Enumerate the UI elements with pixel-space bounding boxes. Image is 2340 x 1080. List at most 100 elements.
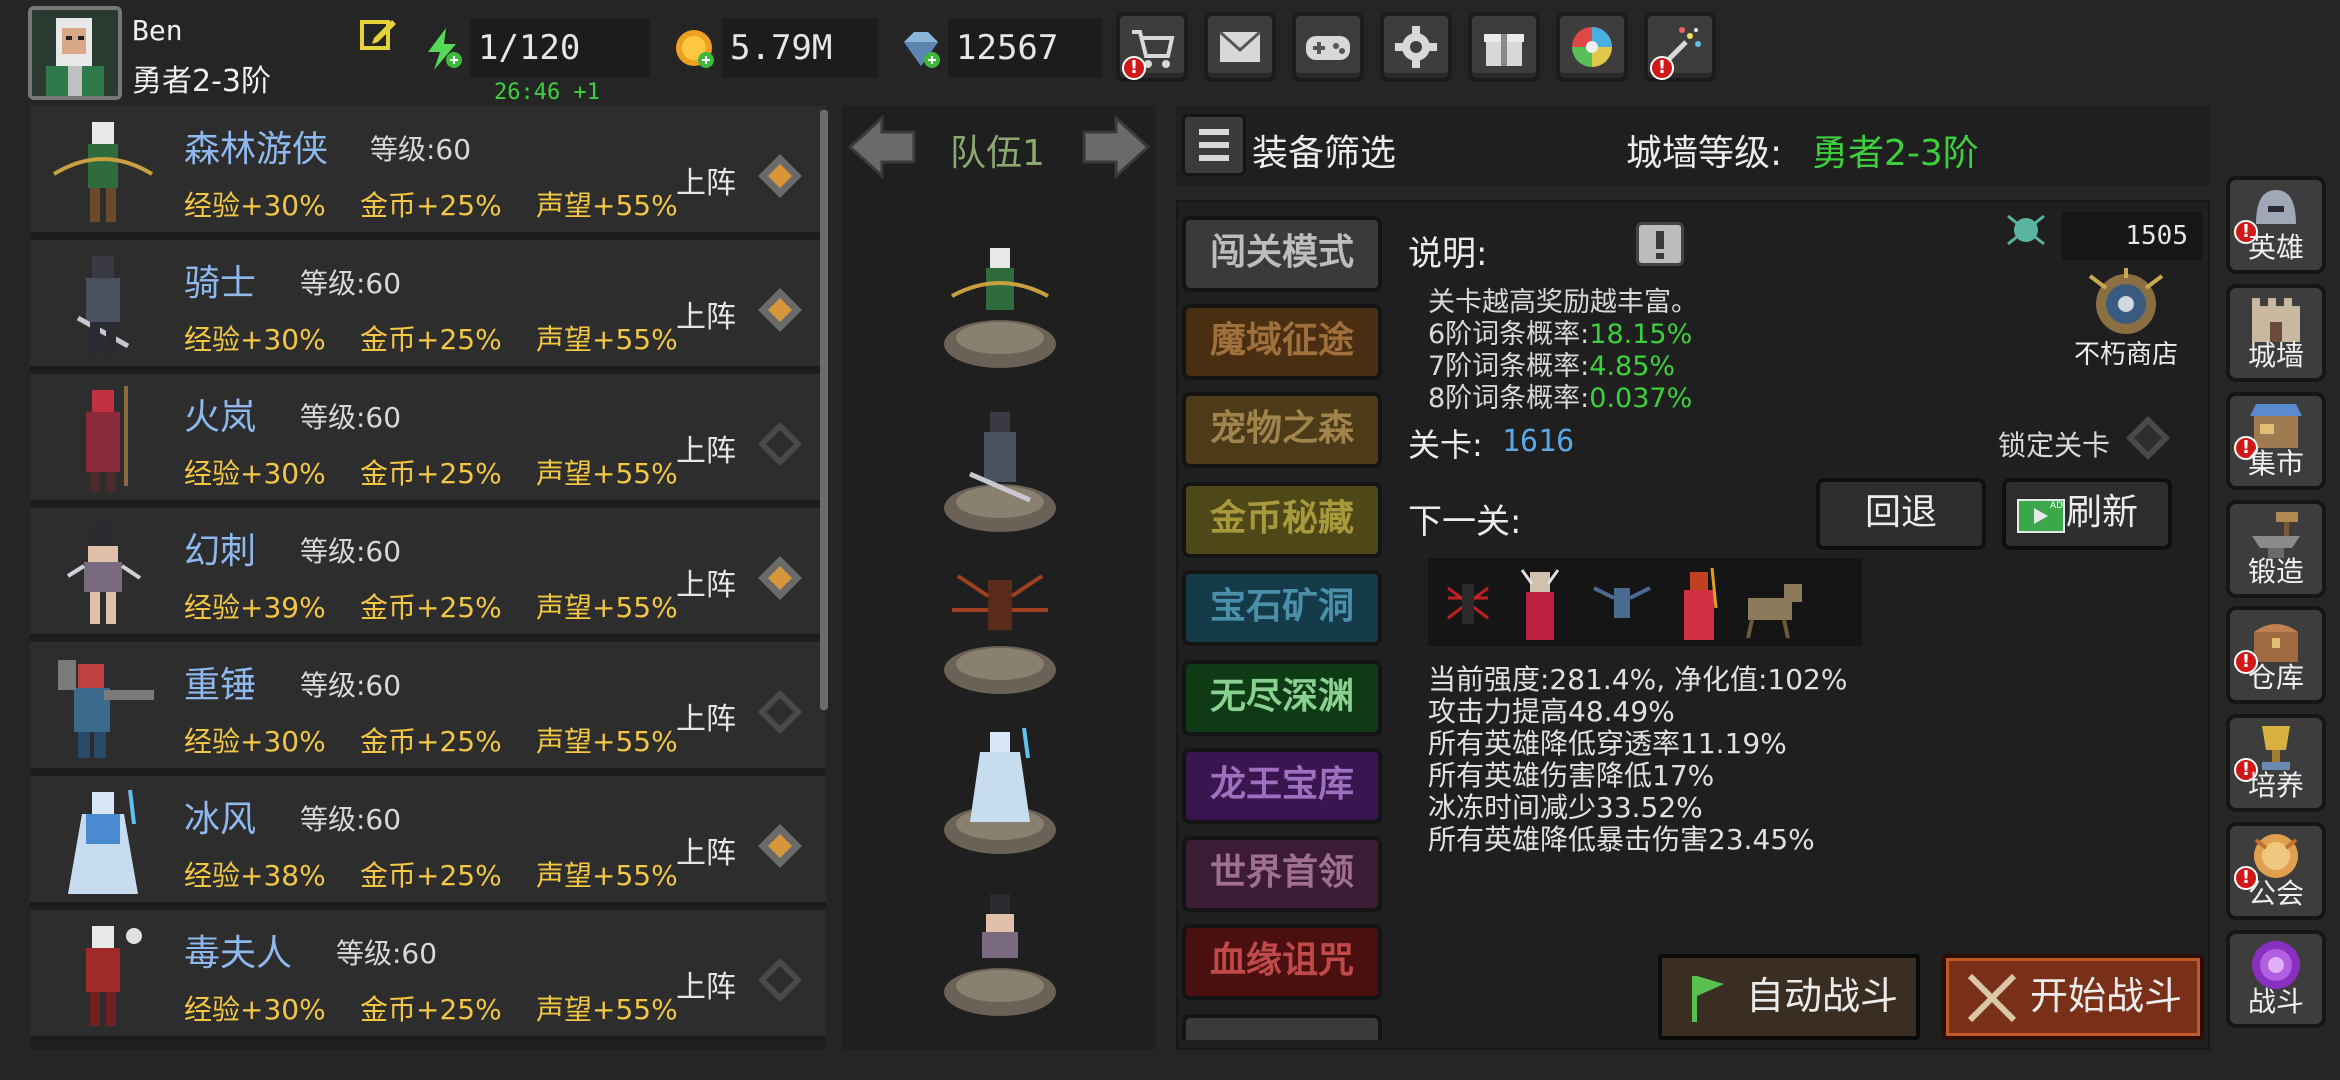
hero-list[interactable]: 森林游侠 等级:60 经验+30% 金币+25% 声望+55% 上阵 骑士 等级… xyxy=(30,106,826,1050)
deploy-toggle-off-icon[interactable] xyxy=(756,956,804,1004)
hero-row-heavy-hammer[interactable]: 重锤 等级:60 经验+30% 金币+25% 声望+55% 上阵 xyxy=(30,642,826,772)
wall-level-value: 勇者2-3阶 xyxy=(1812,133,1979,174)
hero-name: 冰风 xyxy=(184,799,257,840)
sidebar-button-guild[interactable]: ! 公会 xyxy=(2226,822,2326,920)
immortal-shop-icon[interactable] xyxy=(2078,268,2174,338)
mode-button-world-boss[interactable]: 世界首领 xyxy=(1182,836,1382,912)
team-slot-forest-ranger-icon xyxy=(944,248,1056,368)
team-slot-phantom-assassin-icon xyxy=(944,894,1056,1016)
deploy-toggle-on-icon[interactable] xyxy=(756,286,804,334)
hero-fame-bonus: 声望+55% xyxy=(536,189,678,222)
mode-button-pet-forest[interactable]: 宠物之森 xyxy=(1182,392,1382,468)
firework-alert-badge: ! xyxy=(1650,56,1674,80)
deploy-toggle-off-icon[interactable] xyxy=(756,420,804,468)
enemy-lineup-icon xyxy=(1447,567,1802,640)
hero-name: 重锤 xyxy=(184,665,257,706)
mode-button-endless-abyss[interactable]: 无尽深渊 xyxy=(1182,660,1382,736)
team-slot-3[interactable] xyxy=(938,566,1062,696)
gem-value: 12567 xyxy=(948,18,1102,78)
hero-row-forest-ranger[interactable]: 森林游侠 等级:60 经验+30% 金币+25% 声望+55% 上阵 xyxy=(30,106,826,236)
hero-exp-bonus: 经验+30% xyxy=(184,993,326,1026)
start-battle-button[interactable]: 开始战斗 xyxy=(1942,954,2204,1040)
sidebar-button-market[interactable]: ! 集市 xyxy=(2226,392,2326,490)
player-avatar[interactable] xyxy=(28,6,122,100)
mode-button-dragon-treasury[interactable]: 龙王宝库 xyxy=(1182,748,1382,824)
sidebar-button-heroes[interactable]: ! 英雄 xyxy=(2226,176,2326,274)
mode-button-gold-vault[interactable]: 金币秘藏 xyxy=(1182,482,1382,558)
retreat-button[interactable]: 回退 xyxy=(1816,478,1986,550)
gift-button[interactable] xyxy=(1468,12,1540,82)
sidebar-button-cultivate[interactable]: ! 培养 xyxy=(2226,714,2326,812)
sidebar-button-forge[interactable]: 锻造 xyxy=(2226,500,2326,598)
gold-coin-icon[interactable] xyxy=(672,26,718,72)
refresh-label: 刷新 xyxy=(2066,492,2139,533)
shop-cart-button[interactable]: ! xyxy=(1116,12,1188,82)
sidebar-button-battle[interactable]: 战斗 xyxy=(2226,930,2326,1028)
edit-name-icon[interactable] xyxy=(358,14,398,54)
info-icon[interactable] xyxy=(1636,222,1684,266)
hero-fame-bonus: 声望+55% xyxy=(536,859,678,892)
next-stage-enemies xyxy=(1428,558,1862,646)
description-label: 说明: xyxy=(1408,234,1488,274)
tier8-probability: 8阶词条概率:0.037% xyxy=(1428,376,1692,415)
next-stage-label: 下一关: xyxy=(1408,502,1522,542)
deploy-toggle-on-icon[interactable] xyxy=(756,554,804,602)
mode-button-next-partial[interactable] xyxy=(1182,1014,1382,1040)
deploy-toggle-on-icon[interactable] xyxy=(756,152,804,200)
avatar-portrait-icon xyxy=(32,10,118,96)
lucky-wheel-button[interactable] xyxy=(1556,12,1628,82)
team-next-arrow-icon[interactable] xyxy=(1080,112,1152,182)
hero-row-poison-lady[interactable]: 毒夫人 等级:60 经验+30% 金币+25% 声望+55% 上阵 xyxy=(30,910,826,1040)
hero-name: 毒夫人 xyxy=(184,933,293,974)
deploy-label: 上阵 xyxy=(676,970,736,1005)
hero-list-scrollbar[interactable] xyxy=(820,110,828,710)
settings-button[interactable] xyxy=(1380,12,1452,82)
mail-icon xyxy=(1218,30,1262,62)
hero-fame-bonus: 声望+55% xyxy=(536,993,678,1026)
deploy-toggle-off-icon[interactable] xyxy=(756,688,804,736)
top-bar: Ben 勇者2-3阶 1/120 26:46 +1 5.79M 12567 ! xyxy=(0,0,2340,106)
enemy-crit-stat: 所有英雄降低暴击伤害23.45% xyxy=(1428,823,1815,856)
team-slot-5[interactable] xyxy=(938,888,1062,1018)
mode-button-gem-mine[interactable]: 宝石矿洞 xyxy=(1182,570,1382,646)
auto-battle-button[interactable]: 自动战斗 xyxy=(1658,954,1920,1040)
hero-row-phantom-assassin[interactable]: 幻刺 等级:60 经验+39% 金币+25% 声望+55% 上阵 xyxy=(30,508,826,638)
team-slot-2[interactable] xyxy=(938,404,1062,534)
lucky-wheel-icon xyxy=(1572,27,1612,67)
hero-level: 等级:60 xyxy=(300,669,402,702)
hero-name: 幻刺 xyxy=(184,531,257,572)
equipment-filter-button[interactable] xyxy=(1182,114,1246,176)
knight-portrait-icon xyxy=(76,256,130,356)
mail-button[interactable] xyxy=(1204,12,1276,82)
hero-exp-bonus: 经验+38% xyxy=(184,859,326,892)
gamepad-button[interactable] xyxy=(1292,12,1364,82)
team-prev-arrow-icon[interactable] xyxy=(846,112,918,182)
deploy-toggle-on-icon[interactable] xyxy=(756,822,804,870)
fire-storm-portrait-icon xyxy=(86,386,128,492)
hero-row-knight[interactable]: 骑士 等级:60 经验+30% 金币+25% 声望+55% 上阵 xyxy=(30,240,826,370)
hero-level: 等级:60 xyxy=(336,937,438,970)
hero-row-fire-storm[interactable]: 火岚 等级:60 经验+30% 金币+25% 声望+55% 上阵 xyxy=(30,374,826,504)
refresh-button[interactable]: AD 刷新 xyxy=(2002,478,2172,550)
lock-stage-toggle-icon[interactable] xyxy=(2124,414,2172,462)
forest-ranger-portrait-icon xyxy=(52,122,154,222)
hero-row-ice-wind[interactable]: 冰风 等级:60 经验+38% 金币+25% 声望+55% 上阵 xyxy=(30,776,826,906)
mode-button-blood-curse[interactable]: 血缘诅咒 xyxy=(1182,924,1382,1000)
tier8-label: 8阶词条概率: xyxy=(1428,383,1590,414)
firework-button[interactable]: ! xyxy=(1644,12,1716,82)
heavy-hammer-portrait-icon xyxy=(58,660,154,758)
team-slot-4[interactable] xyxy=(938,726,1062,856)
equipment-filter-label[interactable]: 装备筛选 xyxy=(1252,124,1396,176)
mode-button-challenge[interactable]: 闯关模式 xyxy=(1182,216,1382,292)
sidebar-button-wall[interactable]: 城墙 xyxy=(2226,284,2326,382)
sidebar-button-warehouse[interactable]: ! 仓库 xyxy=(2226,606,2326,704)
mode-button-demon-journey[interactable]: 魔域征途 xyxy=(1182,304,1382,380)
gem-icon[interactable] xyxy=(898,26,944,72)
sidebar-label-heroes: 英雄 xyxy=(2247,231,2304,264)
hero-exp-bonus: 经验+30% xyxy=(184,189,326,222)
sidebar-label-market: 集市 xyxy=(2247,447,2304,480)
team-slot-1[interactable] xyxy=(938,240,1062,370)
hero-gold-bonus: 金币+25% xyxy=(360,859,502,892)
auto-battle-label: 自动战斗 xyxy=(1746,974,1899,1018)
immortal-shop-label[interactable]: 不朽商店 xyxy=(2074,334,2178,371)
